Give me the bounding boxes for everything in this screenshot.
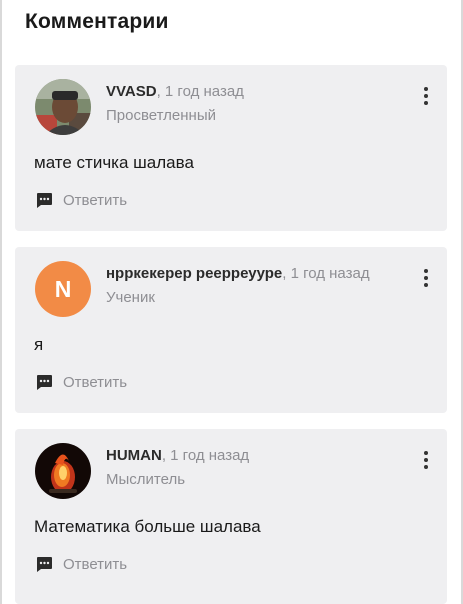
more-vertical-icon: [424, 451, 428, 455]
comment-bubble-icon: [37, 375, 52, 390]
avatar[interactable]: N: [35, 261, 91, 317]
avatar-photo-fire-icon: [35, 443, 91, 499]
comment-header: VVASD, 1 год назад: [106, 83, 244, 100]
reply-button[interactable]: Ответить: [35, 373, 127, 391]
more-options-button[interactable]: [421, 87, 431, 105]
author-rank: Просветленный: [106, 107, 216, 124]
menu-dot: [424, 465, 428, 469]
menu-dot: [424, 283, 428, 287]
comment-card: HUMAN, 1 год назад Мыслитель Математика …: [15, 429, 447, 604]
comment-header: HUMAN, 1 год назад: [106, 447, 249, 464]
more-options-button[interactable]: [421, 269, 431, 287]
author-name[interactable]: VVASD: [106, 83, 157, 100]
author-name[interactable]: HUMAN: [106, 447, 162, 464]
reply-label: Ответить: [63, 555, 128, 573]
reply-button[interactable]: Ответить: [35, 191, 127, 209]
comment-text: мате стичка шалава: [34, 153, 194, 172]
comment-bubble-icon: [37, 193, 52, 208]
comment-header: нрркекерер реерреуурe, 1 год назад: [106, 265, 370, 282]
menu-dot: [424, 94, 428, 98]
avatar[interactable]: [35, 79, 91, 135]
comment-time: , 1 год назад: [161, 447, 250, 464]
comment-card: VVASD, 1 год назад Просветленный мате ст…: [15, 65, 447, 231]
reply-label: Ответить: [63, 191, 128, 209]
author-name[interactable]: нрркекерер реерреуурe: [106, 265, 282, 282]
reply-label: Ответить: [63, 373, 128, 391]
frame-border-left: [0, 0, 2, 604]
avatar[interactable]: [35, 443, 91, 499]
comment-card: N нрркекерер реерреуурe, 1 год назад Уче…: [15, 247, 447, 413]
comment-bubble-icon: [37, 557, 52, 572]
comments-section-title: Комментарии: [25, 10, 169, 33]
more-options-button[interactable]: [421, 451, 431, 469]
comment-time: , 1 год назад: [156, 83, 244, 100]
more-vertical-icon: [424, 269, 428, 273]
author-rank: Ученик: [106, 289, 155, 306]
comment-time: , 1 год назад: [282, 265, 370, 282]
reply-button[interactable]: Ответить: [35, 555, 127, 573]
menu-dot: [424, 458, 428, 462]
avatar-photo-icon: [35, 79, 91, 135]
menu-dot: [424, 101, 428, 105]
menu-dot: [424, 276, 428, 280]
comment-text: Математика больше шалава: [34, 517, 261, 536]
comment-text: я: [34, 335, 44, 354]
author-rank: Мыслитель: [106, 471, 186, 488]
more-vertical-icon: [424, 87, 428, 91]
